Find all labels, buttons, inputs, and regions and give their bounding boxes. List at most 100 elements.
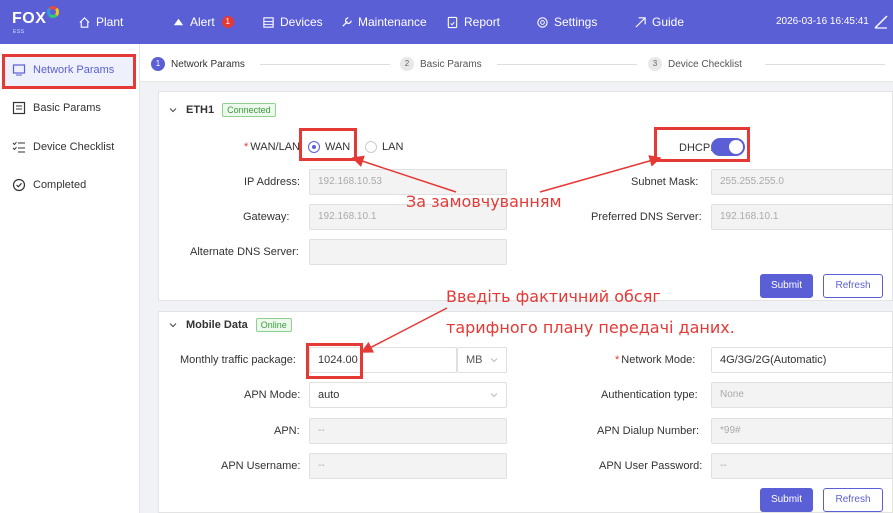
annotation-traffic-line2: тарифного плану передачі даних. [446,318,735,337]
nav-maintenance[interactable]: Maintenance [340,15,427,29]
apn-dialup-field[interactable]: *99# [711,418,893,444]
nav-devices-label: Devices [280,15,323,29]
highlight-box-dhcp [654,127,750,162]
nav-plant-label: Plant [96,15,124,29]
alternate-dns-field[interactable] [309,239,507,265]
alert-count-badge: 1 [221,16,234,28]
nav-settings[interactable]: Settings [536,15,597,29]
network-mode-label: * Network Mode: [615,354,696,366]
step-network-params[interactable]: 1 Network Params [151,57,245,71]
monthly-traffic-label: Monthly traffic package: [180,354,296,366]
eth1-header[interactable]: ETH1 Connected [168,103,276,117]
guide-icon [635,16,646,28]
radio-lan-label: LAN [382,141,404,153]
mobile-data-title: Mobile Data [186,319,248,331]
eth1-refresh-button[interactable]: Refresh [823,274,883,298]
settings-icon [537,16,548,28]
alternate-dns-label: Alternate DNS Server: [190,246,299,258]
highlight-box-traffic [306,343,363,379]
sidebar-item-label: Completed [33,179,87,191]
nav-guide-label: Guide [652,15,685,29]
step-connector [497,64,637,65]
step-basic-params[interactable]: 2 Basic Params [400,57,482,71]
nav-devices[interactable]: Devices [262,15,323,29]
logo-subtitle: ESS [13,29,25,35]
sidebar-item-label: Device Checklist [33,141,115,153]
home-icon [79,16,90,28]
apn-mode-label: APN Mode: [244,389,301,401]
network-mode-value: 4G/3G/2G(Automatic) [720,354,827,366]
apn-username-label: APN Username: [221,460,301,472]
edit-corner-icon[interactable] [873,14,889,30]
step-label: Basic Params [420,58,482,70]
nav-guide[interactable]: Guide [634,15,684,29]
mobile-data-header[interactable]: Mobile Data Online [168,318,292,332]
step-number: 1 [151,57,165,71]
apn-label: APN: [274,425,300,437]
checklist-icon [12,141,25,153]
annotation-default: За замовчуванням [406,192,562,211]
sidebar-item-basic-params[interactable]: Basic Params [12,101,101,115]
apn-password-field[interactable]: -- [711,453,893,479]
mobile-refresh-button[interactable]: Refresh [823,488,883,512]
traffic-unit-select[interactable]: MB [457,347,507,373]
mobile-data-status-badge: Online [255,318,292,332]
sidebar-item-device-checklist[interactable]: Device Checklist [12,140,114,154]
chevron-down-icon [169,108,177,113]
nav-settings-label: Settings [554,15,598,29]
step-device-checklist[interactable]: 3 Device Checklist [648,57,742,71]
sidebar-item-completed[interactable]: Completed [12,178,86,192]
traffic-unit-value: MB [466,354,483,366]
nav-plant[interactable]: Plant [78,15,123,29]
devices-icon [263,16,274,28]
preferred-dns-label: Preferred DNS Server: [591,211,702,223]
mobile-submit-button[interactable]: Submit [760,488,813,512]
step-connector [765,64,885,65]
nav-maintenance-label: Maintenance [358,15,427,29]
check-circle-icon [12,178,26,192]
highlight-box-wan [299,128,357,161]
apn-username-field[interactable]: -- [309,453,507,479]
chevron-down-icon [169,323,177,328]
eth1-status-badge: Connected [222,103,276,117]
report-icon [447,16,458,28]
apn-password-label: APN User Password: [599,460,703,472]
logo-ring-icon [47,6,60,18]
current-datetime: 2026-03-16 16:45:41 [776,16,869,27]
step-number: 2 [400,57,414,71]
authentication-type-label: Authentication type: [601,389,698,401]
sidebar-item-label: Basic Params [33,102,101,114]
network-mode-select[interactable]: 4G/3G/2G(Automatic) [711,347,893,373]
list-icon [12,101,26,115]
authentication-type-select[interactable]: None [711,382,893,408]
subnet-mask-label: Subnet Mask: [631,176,699,188]
highlight-box-sidebar [2,54,136,89]
annotation-traffic-line1: Введіть фактичний обсяг [446,287,661,306]
step-number: 3 [648,57,662,71]
ip-address-label: IP Address: [244,176,301,188]
nav-report[interactable]: Report [446,15,500,29]
nav-alert[interactable]: Alert 1 [172,15,234,29]
step-connector [260,64,390,65]
eth1-title: ETH1 [186,104,215,116]
apn-mode-value: auto [318,389,340,401]
stepper: 1 Network Params 2 Basic Params 3 Device… [140,44,893,82]
radio-lan[interactable]: LAN [365,141,403,153]
subnet-mask-field[interactable]: 255.255.255.0 [711,169,893,195]
apn-mode-select[interactable]: auto [309,382,507,408]
wrench-icon [342,16,352,27]
top-nav-bar: FOX ESS Plant Alert 1 Devices Maintenanc… [0,0,893,44]
app-logo: FOX ESS [12,6,60,35]
sidebar: Network Params Basic Params Device Check… [0,44,140,513]
preferred-dns-field[interactable]: 192.168.10.1 [711,204,893,230]
mobile-data-panel [158,311,893,513]
nav-report-label: Report [464,15,501,29]
step-label: Network Params [171,58,245,70]
wan-lan-label: * WAN/LAN: [244,141,304,153]
step-label: Device Checklist [668,58,742,70]
nav-alert-label: Alert [190,15,215,29]
apn-field[interactable]: -- [309,418,507,444]
chevron-down-icon [490,393,498,398]
chevron-down-icon [490,358,498,363]
eth1-submit-button[interactable]: Submit [760,274,813,298]
